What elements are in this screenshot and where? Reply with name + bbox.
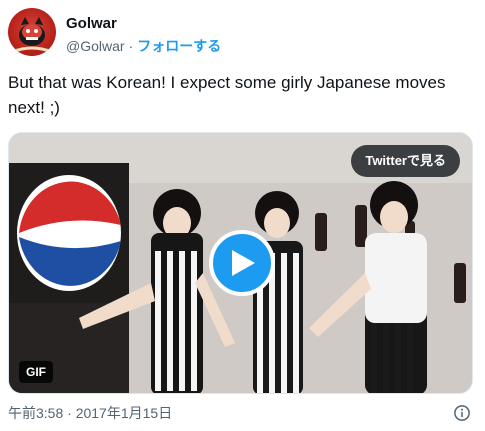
tweet-footer: 午前3:58 · 2017年1月15日 — [8, 402, 473, 424]
user-handle[interactable]: @Golwar — [66, 38, 125, 54]
user-info: Golwar @Golwar · フォローする — [66, 14, 221, 56]
timestamp[interactable]: 午前3:58 · 2017年1月15日 — [8, 405, 172, 421]
tweet-header: Golwar @Golwar · フォローする — [8, 8, 478, 60]
gif-media[interactable]: Twitterで見る GIF — [8, 132, 473, 394]
play-icon — [232, 250, 255, 276]
watch-on-twitter-button[interactable]: Twitterで見る — [351, 145, 460, 177]
play-button[interactable] — [209, 230, 275, 296]
gif-badge: GIF — [19, 361, 53, 383]
tweet-text: But that was Korean! I expect some girly… — [8, 73, 446, 117]
handle-row: @Golwar · フォローする — [66, 36, 221, 56]
info-icon[interactable] — [453, 404, 471, 422]
avatar-image — [11, 17, 53, 54]
follow-button[interactable]: フォローする — [137, 38, 221, 54]
display-name[interactable]: Golwar — [66, 14, 221, 34]
avatar[interactable] — [8, 8, 56, 56]
separator-dot: · — [128, 38, 134, 54]
